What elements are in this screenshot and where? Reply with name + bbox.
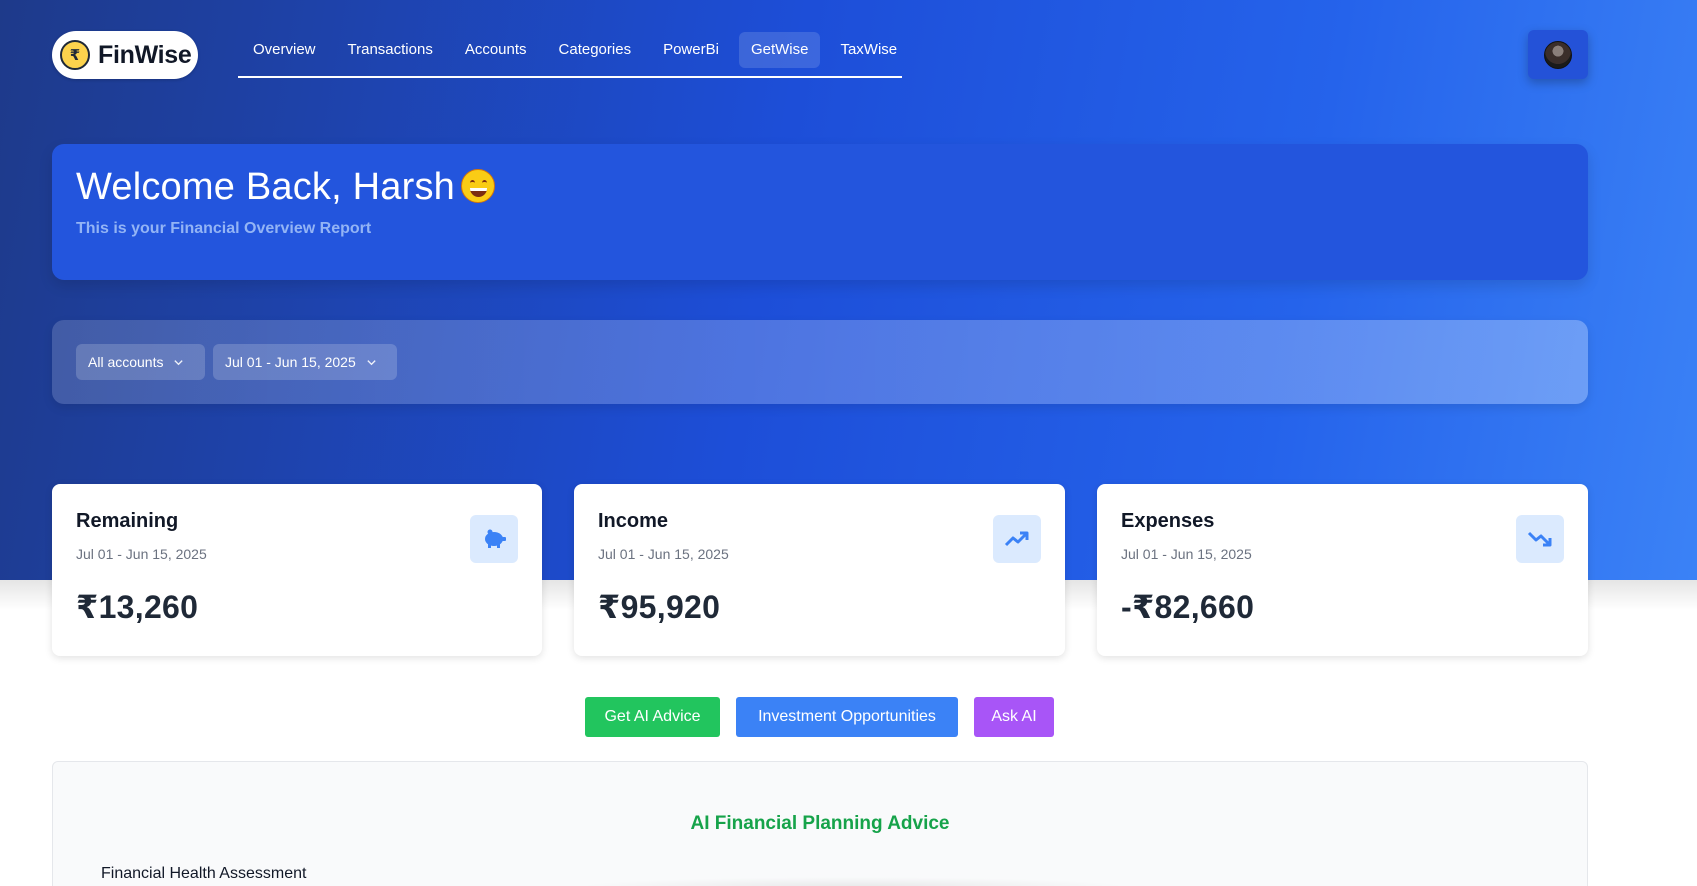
ai-advice-panel: AI Financial Planning Advice Financial H… [52, 761, 1588, 886]
advice-section-heading: Financial Health Assessment [101, 865, 307, 882]
main-nav: Overview Transactions Accounts Categorie… [238, 32, 902, 78]
investment-opportunities-button[interactable]: Investment Opportunities [736, 697, 958, 737]
trending-up-icon [993, 515, 1041, 563]
card-value: ₹95,920 [598, 589, 721, 625]
nav-overview[interactable]: Overview [241, 32, 328, 68]
chevron-down-icon [174, 359, 184, 365]
advice-title: AI Financial Planning Advice [690, 813, 950, 834]
welcome-banner: Welcome Back, Harsh This is your Financi… [52, 144, 1588, 280]
card-value: -₹82,660 [1121, 589, 1255, 625]
brand-logo[interactable]: ₹ FinWise [52, 31, 198, 79]
filter-bar: All accounts Jul 01 - Jun 15, 2025 [52, 320, 1588, 404]
card-period: Jul 01 - Jun 15, 2025 [76, 546, 207, 562]
advice-glow [573, 877, 1133, 886]
grinning-face-icon [461, 169, 495, 203]
brand-name: FinWise [98, 40, 192, 69]
user-menu-button[interactable] [1528, 30, 1588, 79]
date-range-select[interactable]: Jul 01 - Jun 15, 2025 [213, 344, 397, 380]
nav-powerbi[interactable]: PowerBi [651, 32, 731, 68]
piggy-bank-icon [470, 515, 518, 563]
nav-taxwise[interactable]: TaxWise [828, 32, 909, 68]
card-period: Jul 01 - Jun 15, 2025 [598, 546, 729, 562]
account-select-value: All accounts [88, 354, 164, 370]
trending-down-icon [1516, 515, 1564, 563]
get-ai-advice-button[interactable]: Get AI Advice [585, 697, 720, 737]
nav-accounts[interactable]: Accounts [453, 32, 539, 68]
welcome-title: Welcome Back, Harsh [76, 166, 455, 208]
welcome-subtitle: This is your Financial Overview Report [76, 220, 372, 237]
card-period: Jul 01 - Jun 15, 2025 [1121, 546, 1252, 562]
expenses-card: Expenses Jul 01 - Jun 15, 2025 -₹82,660 [1097, 484, 1588, 656]
ask-ai-button[interactable]: Ask AI [974, 697, 1054, 737]
avatar [1544, 40, 1572, 69]
rupee-coin-icon: ₹ [60, 40, 90, 70]
card-title: Remaining [76, 510, 179, 532]
chevron-down-icon [367, 359, 376, 365]
card-value: ₹13,260 [76, 589, 199, 625]
date-range-value: Jul 01 - Jun 15, 2025 [225, 354, 356, 370]
nav-getwise[interactable]: GetWise [738, 32, 821, 68]
card-title: Income [598, 510, 669, 532]
account-select[interactable]: All accounts [76, 344, 205, 380]
nav-transactions[interactable]: Transactions [336, 32, 445, 68]
welcome-heading: Welcome Back, Harsh [76, 166, 495, 209]
income-card: Income Jul 01 - Jun 15, 2025 ₹95,920 [574, 484, 1065, 656]
nav-categories[interactable]: Categories [547, 32, 644, 68]
remaining-card: Remaining Jul 01 - Jun 15, 2025 ₹13,260 [52, 484, 542, 656]
card-title: Expenses [1121, 510, 1215, 532]
